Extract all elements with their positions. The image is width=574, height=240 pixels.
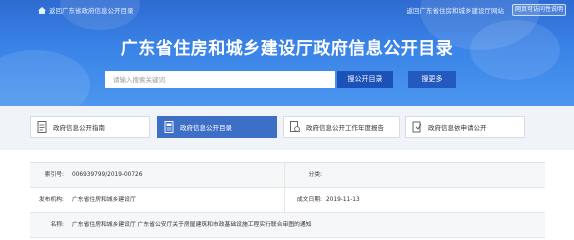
tab-catalog[interactable]: 政府信息公开目录 [157, 116, 277, 138]
list-icon [164, 121, 174, 133]
category-label: 分类: [308, 172, 322, 178]
home-link[interactable]: 返回广东省政府信息公开目录 [38, 5, 134, 15]
search-more-button[interactable]: 搜更多 [408, 71, 456, 88]
publisher-label: 发布机构: [38, 197, 64, 203]
date-label: 成文日期: [296, 197, 322, 203]
report-icon [290, 121, 301, 133]
tab-request-label: 政府信息依申请公开 [428, 124, 487, 132]
document-icon [37, 121, 47, 133]
site-link[interactable]: 返回广东省住房和城乡建设厅网站 [407, 5, 505, 15]
document-info-table: 索引号: 006939799/2019-00726 分类: 发布机构: 广东省住… [30, 162, 545, 238]
request-icon [412, 121, 422, 133]
top-bar: 返回广东省政府信息公开目录 返回广东省住房和城乡建设厅网站 网页可访问性说明 [0, 0, 574, 22]
search-catalog-button[interactable]: 搜公开目录 [337, 71, 393, 88]
accessibility-button[interactable]: 网页可访问性说明 [512, 4, 566, 16]
home-icon [38, 6, 46, 14]
title-value: 广东省住房和城乡建设厅 广东省公安厅关于房屋建筑和市政基础设施工程实行联合审图的… [72, 222, 312, 228]
page-title: 广东省住房和城乡建设厅政府信息公开目录 [120, 39, 454, 59]
index-value: 006939799/2019-00726 [72, 172, 143, 178]
tab-annual-report-label: 政府信息公开工作年度报告 [306, 124, 384, 132]
publisher-value: 广东省住房和城乡建设厅 [72, 197, 136, 203]
header-banner: 返回广东省政府信息公开目录 返回广东省住房和城乡建设厅网站 网页可访问性说明 广… [0, 0, 574, 106]
search-input[interactable] [105, 71, 335, 88]
home-link-label: 返回广东省政府信息公开目录 [49, 7, 134, 15]
tab-request[interactable]: 政府信息依申请公开 [405, 116, 525, 138]
tab-annual-report[interactable]: 政府信息公开工作年度报告 [283, 116, 400, 138]
index-label: 索引号: [44, 172, 64, 178]
divider [284, 188, 285, 212]
divider [284, 163, 285, 187]
date-value: 2019-11-13 [326, 197, 360, 203]
tab-guide-label: 政府信息公开指南 [53, 124, 105, 132]
info-row: 索引号: 006939799/2019-00726 分类: [30, 163, 545, 188]
tab-guide[interactable]: 政府信息公开指南 [30, 116, 150, 138]
info-row: 名称: 广东省住房和城乡建设厅 广东省公安厅关于房屋建筑和市政基础设施工程实行联… [30, 213, 545, 238]
tab-catalog-label: 政府信息公开目录 [180, 124, 232, 132]
info-row: 发布机构: 广东省住房和城乡建设厅 成文日期: 2019-11-13 [30, 188, 545, 213]
title-label: 名称: [50, 222, 64, 228]
